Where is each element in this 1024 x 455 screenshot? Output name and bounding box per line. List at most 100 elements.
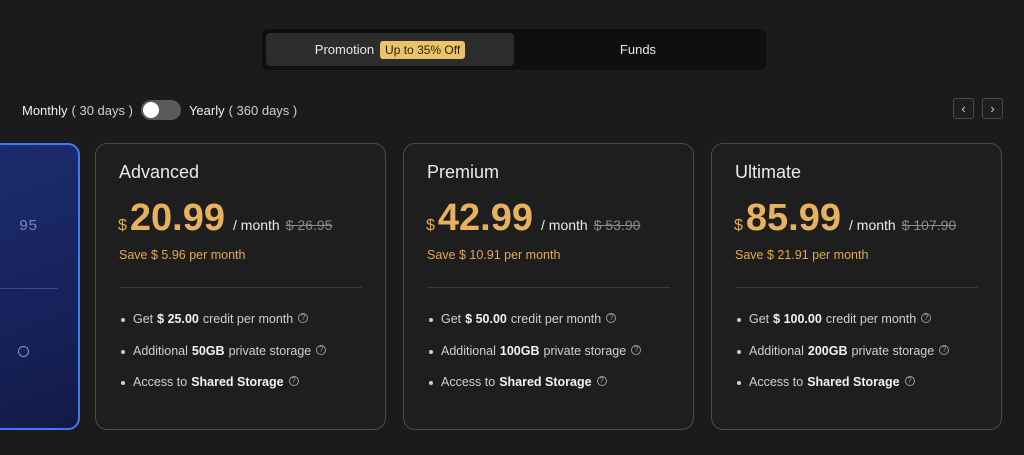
feature-value: 100GB bbox=[499, 343, 540, 358]
feature-suffix: credit per month bbox=[510, 312, 602, 326]
feature-prefix: Additional bbox=[441, 343, 496, 358]
tab-promotion-label: Promotion bbox=[314, 42, 375, 57]
feature-prefix: Get bbox=[749, 312, 770, 326]
bullet-icon bbox=[429, 349, 433, 354]
plan-title: Advanced bbox=[119, 162, 200, 182]
original-price: $ 53.90 bbox=[593, 217, 641, 233]
plan-price: 20.99 bbox=[129, 197, 225, 239]
card-divider bbox=[119, 287, 362, 288]
feature-value: $ 25.00 bbox=[157, 312, 199, 326]
price-row: $ 42.99 / month $ 53.90 bbox=[426, 199, 640, 237]
chevron-right-icon: › bbox=[990, 101, 995, 116]
feature-value: $ 100.00 bbox=[773, 312, 822, 326]
feature-prefix: Additional bbox=[749, 343, 804, 358]
feature-prefix: Access to bbox=[441, 375, 496, 389]
plan-card-advanced[interactable]: Advanced $ 20.99 / month $ 26.95 Save $ … bbox=[95, 143, 386, 430]
feature-value: Shared Storage bbox=[499, 375, 592, 389]
chevron-left-icon: ‹ bbox=[961, 101, 966, 116]
help-circle-icon[interactable]: ? bbox=[606, 313, 617, 323]
discount-badge: Up to 35% Off bbox=[380, 40, 466, 59]
original-price: $ 107.90 bbox=[901, 217, 957, 233]
plan-type-tabs: Promotion Up to 35% Off Funds bbox=[262, 29, 766, 70]
feature-value: Shared Storage bbox=[191, 375, 284, 389]
feature-suffix: private storage bbox=[543, 343, 627, 358]
billing-toggle[interactable] bbox=[140, 100, 181, 120]
feature-item: Access to Shared Storage? bbox=[735, 375, 949, 407]
feature-value: Shared Storage bbox=[807, 375, 900, 389]
bullet-icon bbox=[121, 381, 125, 385]
feature-item: Get $ 100.00 credit per month? bbox=[735, 312, 949, 344]
feature-prefix: Access to bbox=[133, 375, 188, 389]
help-circle-icon[interactable]: ? bbox=[904, 376, 915, 386]
price-period: / month bbox=[233, 217, 280, 233]
bullet-icon bbox=[429, 318, 433, 322]
savings-text: Save $ 21.91 per month bbox=[735, 248, 869, 262]
feature-item: Additional 50GB private storage? bbox=[119, 343, 327, 376]
bullet-icon bbox=[737, 349, 741, 354]
yearly-days: ( 360 days ) bbox=[228, 102, 298, 118]
toggle-knob bbox=[142, 102, 159, 118]
feature-item: Additional 100GB private storage? bbox=[427, 343, 642, 376]
feature-prefix: Get bbox=[133, 312, 154, 326]
tab-promotion[interactable]: Promotion Up to 35% Off bbox=[266, 33, 514, 66]
help-circle-icon[interactable]: ? bbox=[939, 344, 950, 355]
feature-suffix: private storage bbox=[228, 343, 312, 358]
feature-item: Get $ 50.00 credit per month? bbox=[427, 312, 641, 344]
yearly-label[interactable]: Yearly bbox=[189, 103, 225, 118]
bullet-icon bbox=[429, 381, 433, 385]
feature-suffix: credit per month bbox=[825, 312, 917, 326]
feature-item: Get $ 25.00 credit per month? bbox=[119, 312, 326, 344]
tab-funds-label: Funds bbox=[619, 42, 657, 57]
monthly-label[interactable]: Monthly bbox=[22, 103, 68, 118]
carousel-next-button[interactable]: › bbox=[982, 98, 1003, 119]
original-price: $ 26.95 bbox=[285, 217, 333, 233]
bullet-icon bbox=[121, 349, 125, 354]
price-period: / month bbox=[849, 217, 896, 233]
feature-list: Get $ 25.00 credit per month? Additional 50… bbox=[119, 312, 327, 407]
feature-prefix: Access to bbox=[749, 375, 804, 389]
feature-item: Access to Shared Storage? bbox=[119, 375, 326, 407]
help-circle-icon[interactable]: ? bbox=[288, 376, 299, 386]
carousel-prev-button[interactable]: ‹ bbox=[953, 98, 974, 119]
feature-prefix: Additional bbox=[133, 343, 188, 358]
plan-card-ultimate[interactable]: Ultimate $ 85.99 / month $ 107.90 Save $… bbox=[711, 143, 1002, 430]
price-row: $ 20.99 / month $ 26.95 bbox=[118, 199, 332, 237]
help-circle-icon[interactable]: ? bbox=[596, 376, 607, 386]
plan-price: 42.99 bbox=[437, 197, 533, 239]
plan-title: Premium bbox=[427, 162, 500, 182]
bullet-icon bbox=[121, 318, 125, 322]
help-circle-icon[interactable]: ? bbox=[921, 313, 932, 323]
bullet-icon bbox=[737, 318, 741, 322]
card-divider bbox=[735, 287, 978, 288]
plan-card-premium[interactable]: Premium $ 42.99 / month $ 53.90 Save $ 1… bbox=[403, 143, 694, 430]
feature-value: $ 50.00 bbox=[465, 312, 507, 326]
currency-symbol: $ bbox=[734, 217, 743, 234]
help-circle-icon bbox=[18, 346, 29, 357]
plan-card-partial[interactable]: 95 bbox=[0, 143, 80, 430]
feature-suffix: private storage bbox=[851, 343, 935, 358]
currency-symbol: $ bbox=[426, 217, 435, 234]
partial-price-fragment: 95 bbox=[19, 217, 38, 234]
plan-price: 85.99 bbox=[745, 197, 841, 239]
feature-value: 200GB bbox=[807, 343, 848, 358]
savings-text: Save $ 10.91 per month bbox=[427, 248, 561, 262]
currency-symbol: $ bbox=[118, 217, 127, 234]
card-divider bbox=[427, 287, 670, 288]
help-circle-icon[interactable]: ? bbox=[298, 313, 309, 323]
feature-prefix: Get bbox=[441, 312, 462, 326]
plan-title: Ultimate bbox=[735, 162, 802, 182]
feature-suffix: credit per month bbox=[202, 312, 294, 326]
feature-list: Get $ 50.00 credit per month? Additional 10… bbox=[427, 312, 642, 407]
help-circle-icon[interactable]: ? bbox=[631, 344, 642, 355]
pricing-panel: Promotion Up to 35% Off Funds Monthly ( … bbox=[0, 4, 1020, 455]
billing-period-switch: Monthly ( 30 days ) Yearly ( 360 days ) bbox=[22, 100, 297, 120]
help-circle-icon[interactable]: ? bbox=[316, 344, 327, 355]
monthly-days: ( 30 days ) bbox=[71, 102, 133, 118]
partial-card-divider bbox=[0, 288, 58, 289]
tab-funds[interactable]: Funds bbox=[514, 33, 762, 66]
bullet-icon bbox=[737, 381, 741, 385]
price-period: / month bbox=[541, 217, 588, 233]
feature-value: 50GB bbox=[191, 343, 225, 358]
price-row: $ 85.99 / month $ 107.90 bbox=[734, 199, 956, 237]
feature-item: Access to Shared Storage? bbox=[427, 375, 641, 407]
